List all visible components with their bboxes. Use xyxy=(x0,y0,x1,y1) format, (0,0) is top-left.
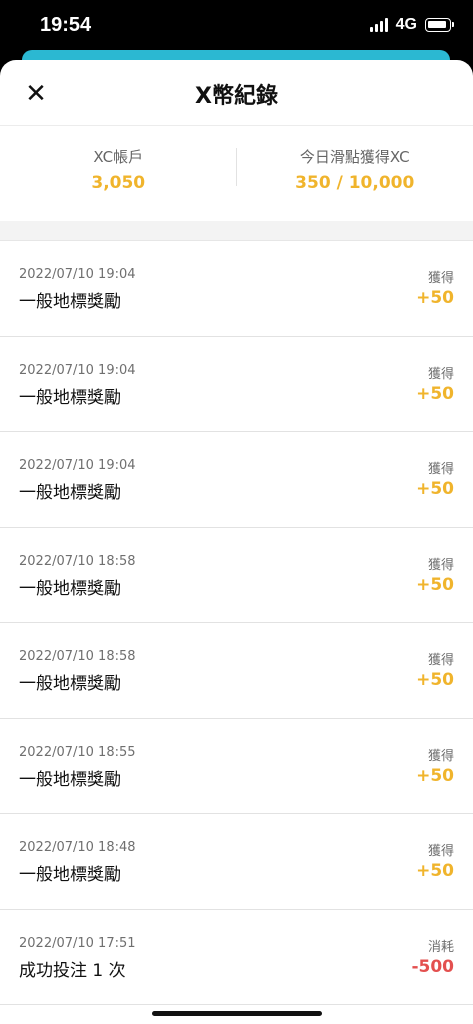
record-title: 一般地標獎勵 xyxy=(19,387,121,408)
record-title: 成功投注 1 次 xyxy=(19,960,126,981)
daily-label: 今日滑點獲得XC xyxy=(299,148,410,166)
record-date: 2022/07/10 17:51 xyxy=(19,935,136,951)
record-date: 2022/07/10 18:58 xyxy=(19,553,136,569)
record-amount: +50 xyxy=(416,765,454,786)
status-indicators: 4G xyxy=(369,16,454,34)
record-title: 一般地標獎勵 xyxy=(19,483,121,503)
record-type: 獲得 xyxy=(427,653,454,668)
network-label: 4G xyxy=(395,16,417,33)
record-type: 消耗 xyxy=(427,939,454,955)
list-item[interactable]: 2022/07/10 19:04 一般地標獎勵 獲得 +50 xyxy=(0,432,473,528)
record-amount: +50 xyxy=(416,574,454,595)
record-date: 2022/07/10 18:48 xyxy=(19,840,136,855)
record-type: 獲得 xyxy=(427,366,454,382)
record-type: 獲得 xyxy=(427,844,454,859)
status-bar: 19:54 4G xyxy=(0,0,473,52)
list-item[interactable]: 2022/07/10 19:04 一般地標獎勵 獲得 +50 xyxy=(0,337,473,432)
list-item[interactable]: 2022/07/10 18:58 一般地標獎勵 獲得 +50 xyxy=(0,623,473,719)
record-date: 2022/07/10 19:04 xyxy=(19,267,136,282)
record-type: 獲得 xyxy=(427,748,454,764)
record-list: 2022/07/10 19:04 一般地標獎勵 獲得 +50 2022/07/10 19… xyxy=(0,241,473,1005)
record-amount: +50 xyxy=(416,670,454,690)
record-date: 2022/07/10 18:58 xyxy=(19,649,136,664)
record-title: 一般地標獎勵 xyxy=(19,292,121,312)
xc-record-sheet: ✕ X幣紀錄 XC帳戶 3,050 今日滑點獲得XC 350 / 10,000 … xyxy=(0,60,473,1024)
daily-summary: 今日滑點獲得XC 350 / 10,000 xyxy=(237,126,473,221)
signal-icon xyxy=(369,18,388,32)
record-amount: +50 xyxy=(416,861,454,881)
record-type: 獲得 xyxy=(427,557,454,573)
battery-icon xyxy=(425,18,454,32)
list-item[interactable]: 2022/07/10 18:58 一般地標獎勵 獲得 +50 xyxy=(0,528,473,623)
page-title: X幣紀錄 xyxy=(195,84,278,109)
sheet-header: ✕ X幣紀錄 xyxy=(0,60,473,126)
record-type: 獲得 xyxy=(427,462,454,477)
summary-divider xyxy=(236,148,237,186)
record-title: 一般地標獎勵 xyxy=(19,578,121,599)
record-date: 2022/07/10 19:04 xyxy=(19,362,136,378)
account-value: 3,050 xyxy=(91,173,146,193)
list-item[interactable]: 2022/07/10 18:55 一般地標獎勵 獲得 +50 xyxy=(0,719,473,814)
record-date: 2022/07/10 19:04 xyxy=(19,458,136,473)
list-item[interactable]: 2022/07/10 18:48 一般地標獎勵 獲得 +50 xyxy=(0,814,473,910)
list-item[interactable]: 2022/07/10 19:04 一般地標獎勵 獲得 +50 xyxy=(0,241,473,337)
record-amount: +50 xyxy=(416,383,454,404)
section-divider xyxy=(0,221,473,241)
record-title: 一般地標獎勵 xyxy=(19,865,121,885)
daily-value: 350 / 10,000 xyxy=(295,173,415,193)
status-time: 19:54 xyxy=(40,14,92,36)
record-type: 獲得 xyxy=(427,271,454,286)
record-amount: +50 xyxy=(416,288,454,308)
account-summary: XC帳戶 3,050 xyxy=(0,126,237,221)
home-indicator[interactable] xyxy=(152,1011,322,1016)
summary-panel: XC帳戶 3,050 今日滑點獲得XC 350 / 10,000 xyxy=(0,126,473,221)
list-item[interactable]: 2022/07/10 17:51 成功投注 1 次 消耗 -500 xyxy=(0,910,473,1005)
record-amount: +50 xyxy=(416,479,454,499)
account-label: XC帳戶 xyxy=(93,148,144,166)
record-title: 一般地標獎勵 xyxy=(19,769,121,790)
record-date: 2022/07/10 18:55 xyxy=(19,744,136,760)
record-amount: -500 xyxy=(411,956,454,977)
record-title: 一般地標獎勵 xyxy=(19,674,121,694)
